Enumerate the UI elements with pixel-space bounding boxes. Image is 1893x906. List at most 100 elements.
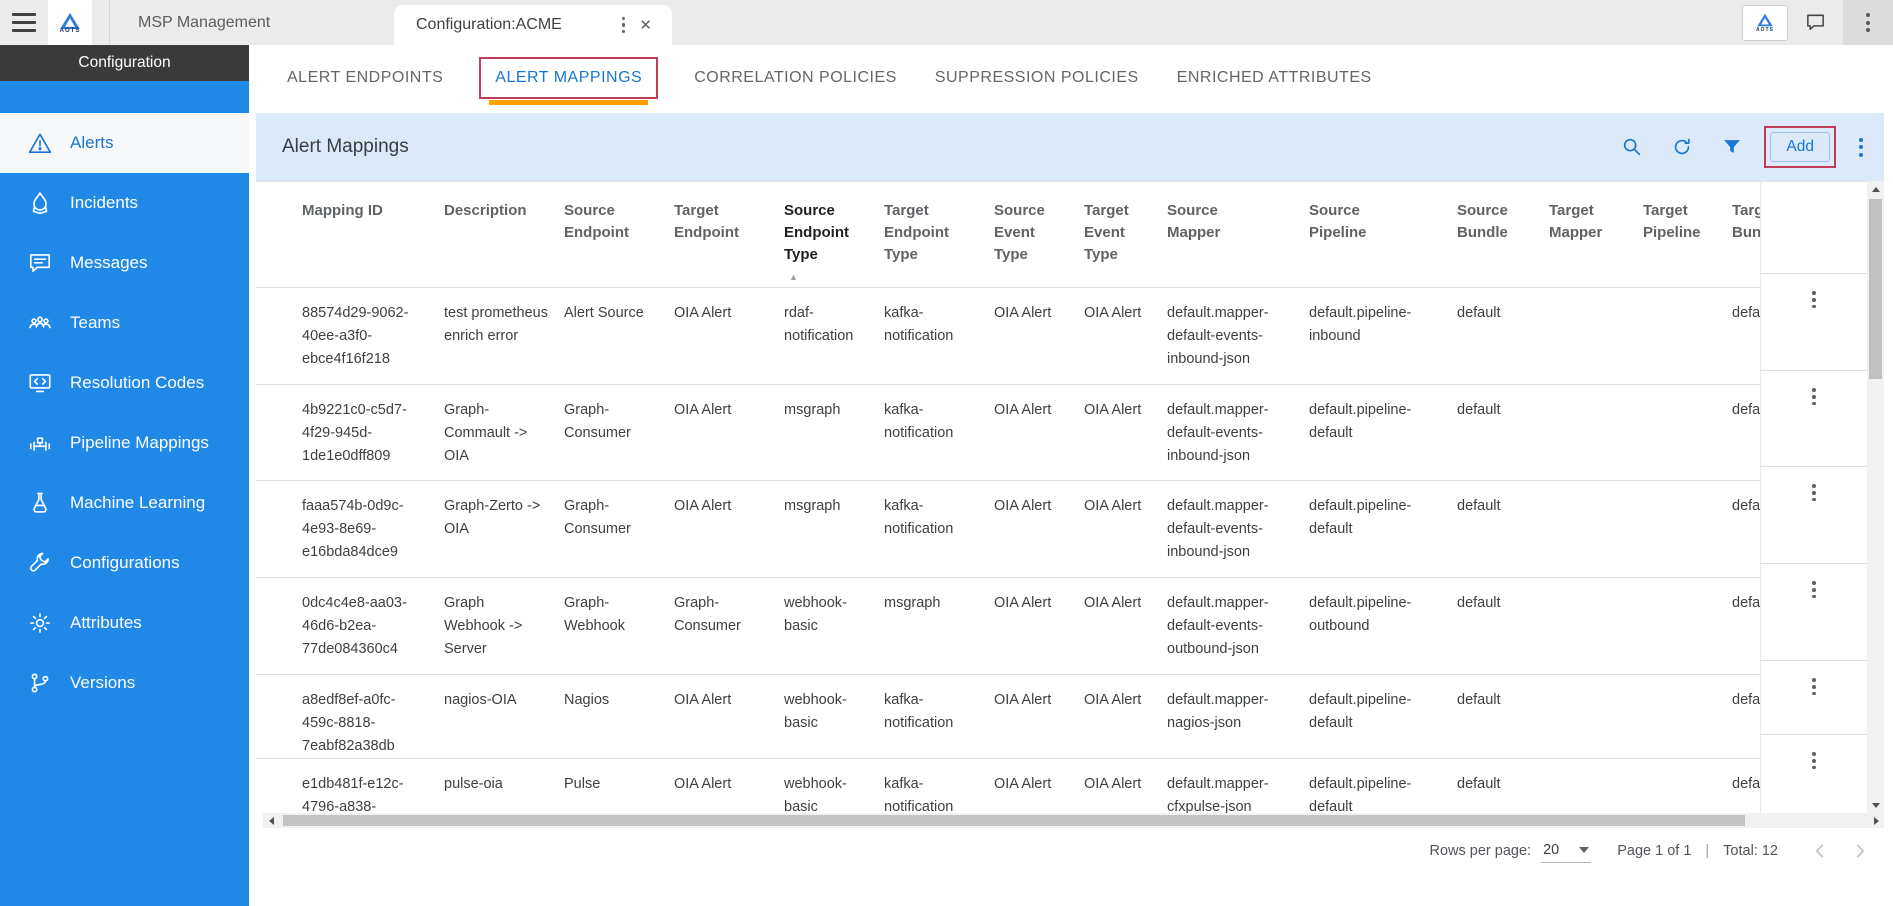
sidebar-item-configurations[interactable]: Configurations: [0, 533, 249, 593]
column-header-source-mapper[interactable]: Source Mapper: [1167, 182, 1309, 288]
table-header-row: Mapping ID Description Source Endpoint T…: [256, 182, 1760, 288]
app-logo: AOTS: [48, 0, 92, 45]
row-actions-menu-icon[interactable]: [1804, 576, 1824, 603]
gear-icon: [27, 610, 53, 636]
sidebar-item-messages[interactable]: Messages: [0, 233, 249, 293]
column-header-target-endpoint[interactable]: Target Endpoint: [674, 182, 784, 288]
column-header-target-event-type[interactable]: Target Event Type: [1084, 182, 1167, 288]
sidebar-item-label: Incidents: [70, 193, 138, 213]
filter-icon[interactable]: [1720, 135, 1744, 159]
add-button[interactable]: Add: [1770, 132, 1830, 162]
previous-page-icon[interactable]: [1800, 840, 1840, 862]
horizontal-scroll-track[interactable]: [279, 813, 1868, 828]
rows-per-page-select[interactable]: 20: [1541, 840, 1591, 863]
cell-target-endpoint-type: kafka-notification: [884, 288, 994, 385]
next-page-icon[interactable]: [1840, 840, 1880, 862]
row-actions-menu-icon[interactable]: [1804, 747, 1824, 774]
scroll-left-arrow-icon[interactable]: [263, 813, 279, 828]
cell-source-pipeline: default.pipeline-default: [1309, 759, 1457, 814]
cell-mapping-id: a8edf8ef-a0fc-459c-8818-7eabf82a38db: [256, 675, 444, 759]
cell-mapping-id: e1db481f-e12c-4796-a838-6c4f72adf55f: [256, 759, 444, 814]
cell-target-pipeline: [1643, 385, 1732, 481]
cell-target-mapper: [1549, 759, 1643, 814]
horizontal-scroll-thumb[interactable]: [283, 815, 1745, 826]
top-window-bar: AOTS MSP Management Configuration:ACME ✕…: [0, 0, 1893, 45]
tab-menu-icon[interactable]: [614, 13, 634, 38]
cell-target-bundle: default: [1732, 675, 1760, 759]
alert-mappings-panel: Alert Mappings Add: [256, 113, 1884, 874]
total-count: Total: 12: [1723, 843, 1778, 859]
column-header-source-pipeline[interactable]: Source Pipeline: [1309, 182, 1457, 288]
overflow-menu-icon[interactable]: [1860, 7, 1876, 38]
cell-description: Graph-Zerto -> OIA: [444, 481, 564, 578]
cell-source-endpoint-type: msgraph: [784, 385, 884, 481]
message-bubble-icon: [27, 250, 53, 276]
column-header-target-mapper[interactable]: Target Mapper: [1549, 182, 1643, 288]
scroll-up-arrow-icon[interactable]: [1867, 181, 1884, 197]
kebab-menu-icon[interactable]: [1854, 133, 1868, 162]
column-header-target-bundle[interactable]: Target Bundle: [1732, 182, 1760, 288]
sidebar-item-label: Versions: [70, 673, 135, 693]
column-header-description[interactable]: Description: [444, 182, 564, 288]
column-header-source-bundle[interactable]: Source Bundle: [1457, 182, 1549, 288]
page-indicator: Page 1 of 1: [1617, 843, 1691, 859]
sidebar-item-machine-learning[interactable]: Machine Learning: [0, 473, 249, 533]
sidebar-item-versions[interactable]: Versions: [0, 653, 249, 713]
refresh-icon[interactable]: [1670, 135, 1694, 159]
column-header-target-endpoint-type[interactable]: Target Endpoint Type: [884, 182, 994, 288]
sidebar-item-pipeline-mappings[interactable]: Pipeline Mappings: [0, 413, 249, 473]
hamburger-menu-icon[interactable]: [0, 0, 48, 45]
vertical-scrollbar[interactable]: [1867, 181, 1884, 813]
people-icon: [27, 310, 53, 336]
scroll-right-arrow-icon[interactable]: [1868, 813, 1884, 828]
sidebar-item-alerts[interactable]: Alerts: [0, 113, 249, 173]
column-header-source-event-type[interactable]: Source Event Type: [994, 182, 1084, 288]
cell-target-endpoint: OIA Alert: [674, 481, 784, 578]
cell-source-event-type: OIA Alert: [994, 481, 1084, 578]
flame-icon: [27, 190, 53, 216]
brand-logo-button[interactable]: AOTS: [1742, 5, 1788, 41]
row-actions-menu-icon[interactable]: [1804, 673, 1824, 700]
pipeline-nodes-icon: [27, 430, 53, 456]
vertical-scroll-track[interactable]: [1867, 197, 1884, 797]
tab-msp-management[interactable]: MSP Management: [109, 0, 394, 45]
sidebar-item-attributes[interactable]: Attributes: [0, 593, 249, 653]
tab-correlation-policies[interactable]: CORRELATION POLICIES: [694, 69, 897, 87]
cell-source-endpoint: Pulse: [564, 759, 674, 814]
cell-target-endpoint-type: kafka-notification: [884, 385, 994, 481]
column-header-source-endpoint[interactable]: Source Endpoint: [564, 182, 674, 288]
cell-source-endpoint-type: msgraph: [784, 481, 884, 578]
sidebar-item-teams[interactable]: Teams: [0, 293, 249, 353]
cell-target-pipeline: [1643, 578, 1732, 675]
cell-mapping-id: faaa574b-0d9c-4e93-8e69-e16bda84dce9: [256, 481, 444, 578]
sidebar-item-label: Attributes: [70, 613, 142, 633]
tab-enriched-attributes[interactable]: ENRICHED ATTRIBUTES: [1177, 69, 1372, 87]
row-actions-menu-icon[interactable]: [1804, 479, 1824, 506]
column-header-source-endpoint-type[interactable]: Source Endpoint Type▲: [784, 182, 884, 288]
cell-source-bundle: default: [1457, 578, 1549, 675]
sidebar-item-incidents[interactable]: Incidents: [0, 173, 249, 233]
chat-icon[interactable]: [1804, 11, 1827, 34]
row-actions-menu-icon[interactable]: [1804, 383, 1824, 410]
column-header-target-pipeline[interactable]: Target Pipeline: [1643, 182, 1732, 288]
cell-source-endpoint-type: rdaf-notification: [784, 288, 884, 385]
cell-target-event-type: OIA Alert: [1084, 288, 1167, 385]
column-header-mapping-id[interactable]: Mapping ID: [256, 182, 444, 288]
pagination-bar: Rows per page: 20 Page 1 of 1 | Total: 1…: [256, 828, 1884, 874]
sidebar-item-resolution-codes[interactable]: Resolution Codes: [0, 353, 249, 413]
tab-suppression-policies[interactable]: SUPPRESSION POLICIES: [935, 69, 1139, 87]
tab-alert-mappings[interactable]: ALERT MAPPINGS: [495, 69, 642, 87]
tab-alert-endpoints[interactable]: ALERT ENDPOINTS: [287, 69, 443, 87]
tab-configuration-acme[interactable]: Configuration:ACME ✕: [394, 5, 672, 45]
cell-source-mapper: default.mapper-default-events-inbound-js…: [1167, 385, 1309, 481]
cell-source-mapper: default.mapper-cfxpulse-json: [1167, 759, 1309, 814]
horizontal-scrollbar[interactable]: [263, 813, 1884, 828]
scroll-down-arrow-icon[interactable]: [1867, 797, 1884, 813]
vertical-scroll-thumb[interactable]: [1869, 199, 1882, 379]
sidebar-item-label: Machine Learning: [70, 493, 205, 513]
configuration-tabstrip: ALERT ENDPOINTS ALERT MAPPINGS CORRELATI…: [249, 45, 1893, 110]
row-actions-menu-icon[interactable]: [1804, 286, 1824, 313]
tab-close-icon[interactable]: ✕: [633, 14, 658, 36]
cell-source-endpoint: Graph-Consumer: [564, 385, 674, 481]
search-icon[interactable]: [1620, 135, 1644, 159]
